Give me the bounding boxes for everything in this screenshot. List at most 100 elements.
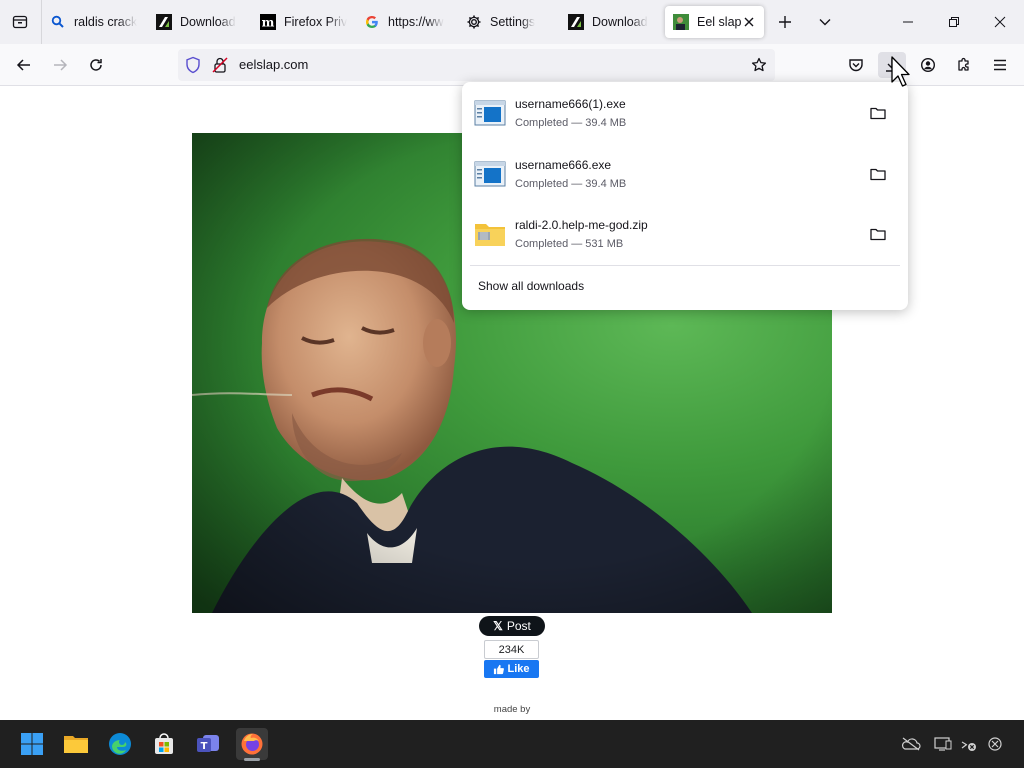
extensions-button[interactable] <box>950 52 978 78</box>
display-icon[interactable] <box>933 734 953 754</box>
arrow-right-icon <box>54 59 68 71</box>
puzzle-icon <box>958 57 969 71</box>
download-filename: username666.exe <box>515 158 612 172</box>
svg-text:T: T <box>201 741 208 752</box>
gear-icon <box>466 14 482 30</box>
facebook-like-count: 234K <box>484 640 539 659</box>
back-button[interactable] <box>10 52 38 78</box>
x-logo-icon: 𝕏 <box>493 619 503 633</box>
reload-button[interactable] <box>82 52 110 78</box>
thumbs-up-icon <box>494 664 505 674</box>
tab-title: Download <box>180 15 236 29</box>
teams-button[interactable]: T <box>192 728 224 760</box>
windows-taskbar: T <box>0 720 1024 768</box>
onedrive-icon[interactable] <box>901 734 921 754</box>
chevron-down-icon <box>819 19 831 26</box>
store-button[interactable] <box>148 728 180 760</box>
close-tab-icon[interactable] <box>741 14 756 30</box>
account-button[interactable] <box>914 52 942 78</box>
download-item[interactable]: username666.exe Completed — 39.4 MB <box>472 148 898 206</box>
show-in-folder-icon[interactable] <box>866 162 890 186</box>
exe-file-icon <box>474 158 506 190</box>
close-window-button[interactable] <box>986 8 1014 36</box>
restore-button[interactable] <box>940 8 968 36</box>
firefox-taskbar-button[interactable] <box>236 728 268 760</box>
made-by-credit: made by <box>493 704 531 715</box>
google-icon <box>364 14 380 30</box>
arrow-left-icon <box>16 59 30 71</box>
firefox-view-button[interactable] <box>8 10 32 34</box>
download-item[interactable]: username666(1).exe Completed — 39.4 MB <box>472 87 898 145</box>
teams-icon: T <box>197 735 219 752</box>
edge-icon <box>109 733 131 755</box>
download-filename: raldi-2.0.help-me-god.zip <box>515 218 648 232</box>
tab-raldis-crack[interactable]: raldis crack <box>50 6 145 38</box>
minimize-button[interactable] <box>894 8 922 36</box>
download-filename: username666(1).exe <box>515 97 626 111</box>
search-icon <box>50 14 66 30</box>
like-label: Like <box>507 663 530 675</box>
list-all-tabs-button[interactable] <box>813 10 837 34</box>
show-all-downloads-link[interactable]: Show all downloads <box>478 279 584 293</box>
pocket-button[interactable] <box>842 52 870 78</box>
plus-icon <box>779 16 791 28</box>
pocket-icon <box>849 59 863 72</box>
tab-download-2[interactable]: Download <box>568 6 660 38</box>
edge-button[interactable] <box>104 728 136 760</box>
show-in-folder-icon[interactable] <box>866 222 890 246</box>
navigation-toolbar: eelslap.com <box>0 44 1024 86</box>
restore-icon <box>949 17 959 27</box>
downloads-panel: username666(1).exe Completed — 39.4 MB u… <box>462 82 908 310</box>
mouse-cursor-icon <box>891 56 910 87</box>
bookmark-star-icon[interactable] <box>749 55 769 75</box>
insecure-lock-icon[interactable] <box>212 56 228 79</box>
tab-title: Settings <box>490 15 536 29</box>
folder-icon <box>64 736 88 753</box>
download-site-icon <box>568 14 584 30</box>
panel-divider <box>470 265 900 266</box>
tracking-protection-shield-icon[interactable] <box>184 56 202 79</box>
hamburger-menu-icon <box>994 59 1006 71</box>
tab-title: Eel slap! <box>697 15 742 29</box>
volume-muted-icon[interactable] <box>986 734 1006 754</box>
account-icon <box>920 57 936 73</box>
facebook-like-button[interactable]: Like <box>484 660 539 678</box>
svg-text:m: m <box>262 16 275 30</box>
file-explorer-button[interactable] <box>60 728 92 760</box>
x-post-button[interactable]: 𝕏 Post <box>479 616 545 636</box>
app-menu-button[interactable] <box>986 52 1014 78</box>
tab-google[interactable]: https://ww <box>364 6 456 38</box>
zip-file-icon <box>474 218 506 250</box>
tab-download-1[interactable]: Download <box>156 6 248 38</box>
exe-file-icon <box>474 97 506 129</box>
tab-divider <box>41 0 42 44</box>
new-tab-button[interactable] <box>773 10 797 34</box>
start-button[interactable] <box>16 728 48 760</box>
download-status: Completed — 531 MB <box>515 238 624 250</box>
network-disconnected-icon[interactable] <box>959 734 979 754</box>
reload-icon <box>90 59 102 71</box>
tab-strip: raldis crack Download m Firefox Priv htt… <box>0 0 1024 44</box>
show-in-folder-icon[interactable] <box>866 101 890 125</box>
forward-button[interactable] <box>46 52 74 78</box>
m-logo-icon: m <box>260 14 276 30</box>
download-status: Completed — 39.4 MB <box>515 178 627 190</box>
close-icon <box>994 16 1006 28</box>
download-item[interactable]: raldi-2.0.help-me-god.zip Completed — 53… <box>472 208 898 266</box>
firefox-icon <box>241 733 263 755</box>
windows-logo-icon <box>21 733 43 755</box>
url-bar[interactable]: eelslap.com <box>178 49 775 81</box>
tab-eel-slap[interactable]: Eel slap! <box>665 6 764 38</box>
store-bag-icon <box>155 733 173 754</box>
url-text[interactable]: eelslap.com <box>239 57 308 72</box>
download-site-icon <box>156 14 172 30</box>
tab-title: Firefox Priv <box>284 15 348 29</box>
eel-slap-favicon <box>673 14 689 30</box>
download-status: Completed — 39.4 MB <box>515 117 627 129</box>
tab-title: https://ww <box>388 15 444 29</box>
tab-settings[interactable]: Settings <box>466 6 558 38</box>
tab-firefox-privacy[interactable]: m Firefox Priv <box>260 6 355 38</box>
active-app-indicator <box>244 758 260 761</box>
firefox-view-icon <box>12 15 28 29</box>
tab-title: raldis crack <box>74 15 138 29</box>
